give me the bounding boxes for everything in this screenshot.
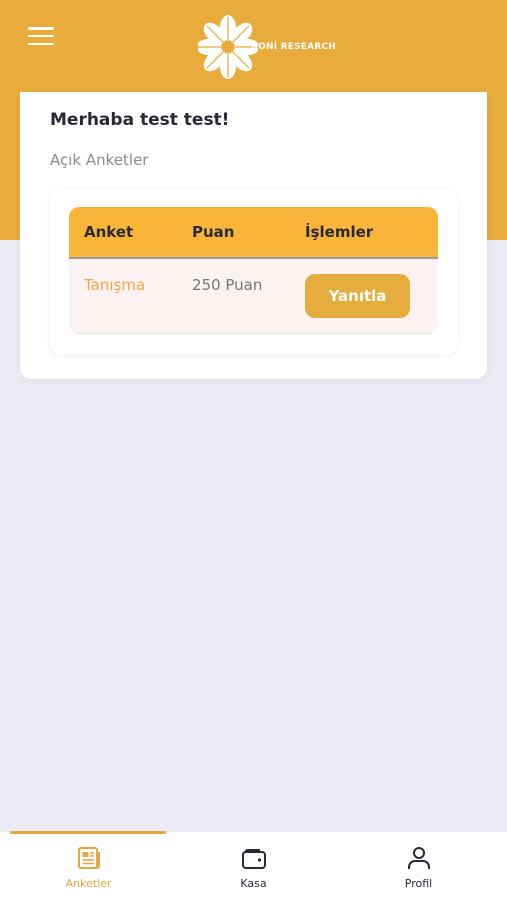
open-surveys-card: Merhaba test test! Açık Anketler Anket P… (20, 92, 487, 379)
nav-label-surveys: Anketler (65, 877, 112, 890)
logo-text: RONİ RESEARCH (251, 42, 336, 52)
survey-name[interactable]: Tanışma (84, 276, 145, 294)
table-header: Anket Puan İşlemler (69, 207, 438, 259)
reply-button[interactable]: Yanıtla (305, 274, 410, 318)
greeting-text: Merhaba test test! (50, 110, 230, 130)
nav-label-wallet: Kasa (240, 877, 267, 890)
user-icon (407, 847, 430, 869)
nav-label-profile: Profil (404, 877, 433, 890)
bottom-navigation: Anketler Kasa Profil (0, 831, 507, 900)
app-logo: RONİ RESEARCH (198, 14, 336, 80)
section-title: Açık Anketler (50, 151, 149, 169)
hamburger-menu-icon[interactable] (28, 27, 54, 45)
nav-tab-wallet[interactable]: Kasa (169, 832, 338, 900)
surveys-table-container: Anket Puan İşlemler Tanışma 250 Puan Yan… (50, 189, 458, 355)
newspaper-icon (77, 847, 100, 869)
nav-tab-profile[interactable]: Profil (334, 832, 503, 900)
flower-logo-icon (198, 15, 258, 79)
column-header-points: Puan (192, 223, 235, 241)
surveys-table: Anket Puan İşlemler Tanışma 250 Puan Yan… (69, 207, 438, 334)
column-header-survey: Anket (84, 223, 134, 241)
table-row: Tanışma 250 Puan Yanıtla (69, 259, 438, 334)
wallet-icon (241, 849, 266, 869)
nav-tab-surveys[interactable]: Anketler (4, 832, 173, 900)
survey-points: 250 Puan (192, 276, 263, 294)
column-header-actions: İşlemler (305, 223, 374, 241)
